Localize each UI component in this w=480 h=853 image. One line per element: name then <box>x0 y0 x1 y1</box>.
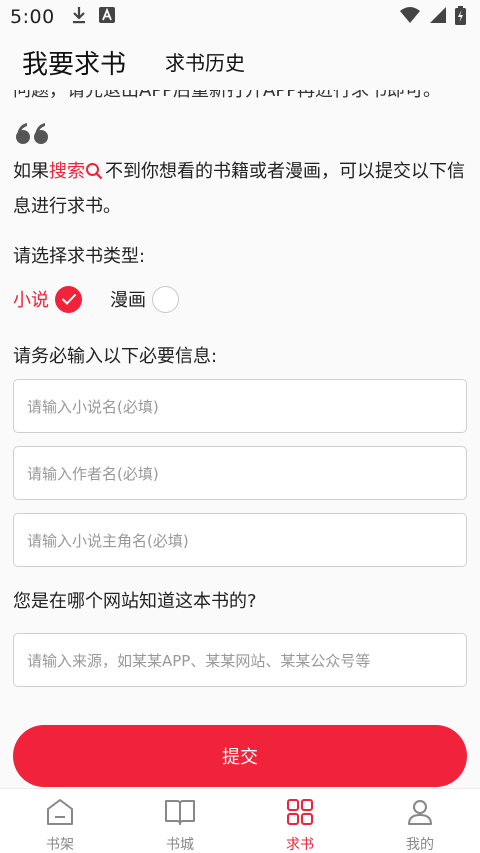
check-icon[interactable] <box>55 285 82 313</box>
signal-icon <box>429 6 447 28</box>
book-city-icon <box>164 798 196 830</box>
nav-book-city-label: 书城 <box>166 837 194 853</box>
notice-text: 问题，请先退出APP后重新打开APP再进行求书即可。 <box>13 90 473 100</box>
search-link[interactable]: 搜索 <box>49 161 85 182</box>
intro-prefix: 如果 <box>13 161 49 182</box>
source-label: 您是在哪个网站知道这本书的? <box>13 591 257 612</box>
request-book-page: 5:00 我要求书 求书历史 如果搜索 不到你想看的书籍或者漫画，可以提交以下信… <box>0 0 480 853</box>
source-input[interactable]: 请输入来源，如某某APP、某某网站、某某公众号等 <box>13 633 467 687</box>
content-scroll[interactable]: 问题，请先退出APP后重新打开APP再进行求书即可。 如果搜索不到你想看的书籍或… <box>0 90 480 788</box>
required-info-label: 请务必输入以下必要信息: <box>13 346 218 367</box>
bottom-nav: 书架 书城 求书 我的 <box>0 788 480 853</box>
type-label: 请选择求书类型: <box>13 246 146 267</box>
radio-comic-label: 漫画 <box>110 290 146 311</box>
status-time: 5:00 <box>10 6 55 28</box>
type-radio-group: 小说 漫画 <box>13 284 179 314</box>
protagonist-name-input[interactable]: 请输入小说主角名(必填) <box>13 513 467 567</box>
nav-bookshelf[interactable]: 书架 <box>0 789 120 853</box>
status-bar: 5:00 <box>0 0 480 34</box>
download-icon <box>71 6 87 28</box>
nav-request-book[interactable]: 求书 <box>240 789 360 853</box>
bookshelf-icon <box>45 798 75 830</box>
tab-request-history[interactable]: 求书历史 <box>165 47 245 76</box>
search-icon[interactable] <box>85 159 103 191</box>
app-notification-icon <box>98 7 115 27</box>
author-name-input[interactable]: 请输入作者名(必填) <box>13 446 467 500</box>
header-tabs: 我要求书 求书历史 <box>0 34 480 90</box>
radio-novel[interactable]: 小说 <box>13 285 82 313</box>
quote-icon <box>15 122 49 150</box>
submit-button[interactable]: 提交 <box>13 725 467 787</box>
intro-text: 如果搜索 不到你想看的书籍或者漫画，可以提交以下信息进行求书。 <box>13 156 469 223</box>
nav-profile-label: 我的 <box>406 837 434 853</box>
radio-comic[interactable]: 漫画 <box>110 285 179 313</box>
profile-icon <box>406 798 434 830</box>
radio-unchecked-icon[interactable] <box>152 285 179 313</box>
request-book-icon <box>286 798 314 830</box>
tab-request-book[interactable]: 我要求书 <box>22 44 126 81</box>
nav-bookshelf-label: 书架 <box>46 837 74 853</box>
nav-profile[interactable]: 我的 <box>360 789 480 853</box>
radio-novel-label: 小说 <box>13 290 49 311</box>
battery-icon <box>455 5 466 29</box>
nav-book-city[interactable]: 书城 <box>120 789 240 853</box>
wifi-icon <box>399 6 421 28</box>
nav-request-book-label: 求书 <box>286 837 314 853</box>
novel-name-input[interactable]: 请输入小说名(必填) <box>13 379 467 433</box>
